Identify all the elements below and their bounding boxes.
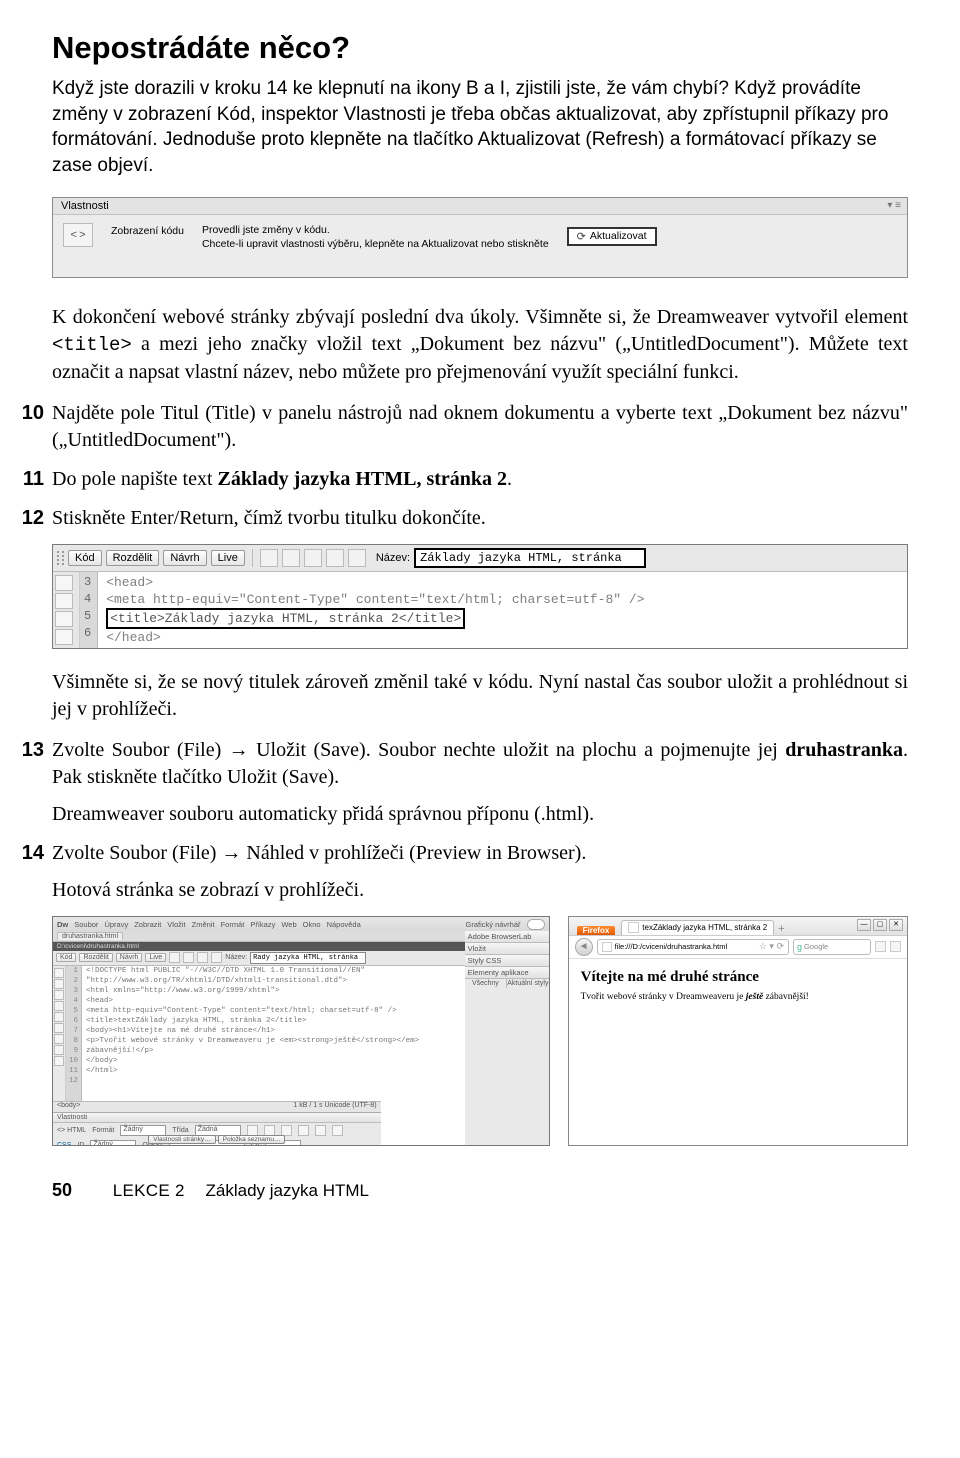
step-11: 11 Do pole napište text Základy jazyka H…: [52, 466, 908, 493]
address-bar[interactable]: file:///D:/cviceni/druhastranka.html ☆ ▾…: [597, 939, 789, 955]
panel-header[interactable]: Adobe BrowserLab: [465, 931, 549, 943]
step-14: 14 Zvolte Soubor (File) → Náhled v prohl…: [52, 840, 908, 904]
view-live-button[interactable]: Live: [145, 953, 166, 962]
step-10: 10 Najděte pole Titul (Title) v panelu n…: [52, 400, 908, 454]
maximize-button[interactable]: ▢: [873, 919, 887, 931]
gutter-icon[interactable]: [55, 611, 73, 627]
code-body: <!DOCTYPE html PUBLIC "-//W3C//DTD XHTML…: [82, 966, 423, 1120]
property-inspector: Vlastnosti <> HTML FormátŽádný TřídaŽádn…: [53, 1112, 381, 1145]
figure-dreamweaver-window: Dw Soubor Úpravy Zobrazit Vložit Změnit …: [52, 916, 550, 1146]
layout-select[interactable]: Grafický návrhář: [466, 920, 521, 929]
view-split-button[interactable]: Rozdělit: [106, 550, 160, 566]
lesson-label: LEKCE 2: [113, 1181, 185, 1200]
toolbar-icon[interactable]: [169, 952, 180, 963]
body-paragraph: Všimněte si, že se nový titulek zároveň …: [52, 669, 908, 723]
panel-header[interactable]: Vložit: [465, 943, 549, 955]
figure-properties-refresh: Vlastnosti ▾ ≡ < > Zobrazení kódu Proved…: [52, 197, 908, 278]
chapter-title: Základy jazyka HTML: [206, 1181, 369, 1200]
back-button[interactable]: ◄: [575, 938, 593, 956]
refresh-icon: ⟳: [577, 230, 586, 243]
toolbar-icon[interactable]: [260, 549, 278, 567]
page-paragraph: Tvořit webové stránky v Dreamweaveru je …: [581, 992, 895, 1002]
menu-item[interactable]: Změnit: [192, 920, 215, 929]
page-properties-button[interactable]: Vlastnosti stránky…: [148, 1135, 215, 1144]
menu-item[interactable]: Web: [281, 920, 296, 929]
side-panels: Adobe BrowserLab Vložit Styly CSS Elemen…: [464, 931, 549, 1145]
firefox-menu-button[interactable]: Firefox: [577, 926, 616, 935]
grip-icon: [57, 551, 64, 565]
title-label: Název:: [225, 954, 247, 961]
title-input[interactable]: [250, 952, 366, 964]
toolbar-icon[interactable]: [348, 549, 366, 567]
code-view-icon: < >: [63, 223, 93, 247]
title-label: Název:: [376, 552, 410, 564]
gutter-icon[interactable]: [55, 575, 73, 591]
menu-item[interactable]: Vložit: [167, 920, 185, 929]
search-box[interactable]: g Google: [793, 939, 871, 955]
menu-item[interactable]: Nápověda: [327, 920, 361, 929]
gutter-icon[interactable]: [55, 629, 73, 645]
menu-item[interactable]: Formát: [221, 920, 245, 929]
toolbar-icon[interactable]: [183, 952, 194, 963]
refresh-button[interactable]: ⟳ Aktualizovat: [567, 227, 657, 246]
new-tab-button[interactable]: +: [778, 923, 784, 935]
minimize-icon: ▾ ≡: [887, 200, 901, 211]
menu-item[interactable]: Zobrazit: [134, 920, 161, 929]
view-design-button[interactable]: Návrh: [163, 550, 206, 566]
search-box[interactable]: [527, 919, 545, 930]
list-item-button[interactable]: Položka seznamu…: [218, 1135, 286, 1144]
html-tab[interactable]: <> HTML: [57, 1127, 86, 1134]
figure-code-title: Kód Rozdělit Návrh Live Název: Základy j…: [52, 544, 908, 649]
figure-browser-preview: Firefox texZáklady jazyka HTML, stránka …: [568, 916, 908, 1146]
page-heading: Vítejte na mé druhé stránce: [581, 969, 895, 986]
panel-header[interactable]: Styly CSS: [465, 955, 549, 967]
toolbar-icon[interactable]: [197, 952, 208, 963]
step-12: 12 Stiskněte Enter/Return, čímž tvorbu t…: [52, 505, 908, 532]
view-code-button[interactable]: Kód: [68, 550, 102, 566]
gutter-icon[interactable]: [55, 593, 73, 609]
callout-title: Nepostrádáte něco?: [52, 30, 908, 66]
home-icon[interactable]: [875, 941, 886, 952]
code-title-tag: <title>: [52, 334, 132, 356]
code-view-label: Zobrazení kódu: [111, 223, 184, 237]
panel-header[interactable]: Elementy aplikace: [465, 967, 549, 979]
refresh-message: Provedli jste změny v kódu. Chcete-li up…: [202, 223, 549, 251]
document-tab[interactable]: druhastranka.html: [57, 932, 123, 940]
step-13: 13 Zvolte Soubor (File) → Uložit (Save).…: [52, 737, 908, 828]
toolbar-icon[interactable]: [282, 549, 300, 567]
panel-title: Vlastnosti: [61, 200, 109, 212]
menu-item[interactable]: Okno: [303, 920, 321, 929]
code-lines: <head> <meta http-equiv="Content-Type" c…: [98, 572, 907, 648]
page-number: 50: [52, 1180, 72, 1200]
view-code-button[interactable]: Kód: [56, 953, 76, 962]
toolbar-icon[interactable]: [326, 549, 344, 567]
body-paragraph: K dokončení webové stránky zbývají posle…: [52, 304, 908, 386]
view-live-button[interactable]: Live: [211, 550, 245, 566]
browser-tab[interactable]: texZáklady jazyka HTML, stránka 2: [621, 920, 774, 935]
page-icon: [628, 922, 639, 933]
page-footer: 50 LEKCE 2 Základy jazyka HTML: [52, 1180, 908, 1201]
title-tag-highlight: <title>Základy jazyka HTML, stránka 2</t…: [106, 608, 465, 629]
callout-body: Když jste dorazili v kroku 14 ke klepnut…: [52, 76, 908, 179]
menu-item[interactable]: Úpravy: [104, 920, 128, 929]
menu-item[interactable]: Soubor: [74, 920, 98, 929]
page-icon: [602, 942, 612, 952]
menu-item[interactable]: Příkazy: [250, 920, 275, 929]
line-numbers: 3456: [80, 572, 98, 648]
file-path-bar: D:\cviceni\druhastranka.html: [53, 942, 465, 951]
toolbar-icon[interactable]: [304, 549, 322, 567]
close-button[interactable]: ✕: [889, 919, 903, 931]
view-design-button[interactable]: Návrh: [116, 953, 143, 962]
view-split-button[interactable]: Rozdělit: [79, 953, 112, 962]
title-input[interactable]: Základy jazyka HTML, stránka: [414, 548, 646, 568]
toolbar-icon[interactable]: [211, 952, 222, 963]
bookmark-icon[interactable]: [890, 941, 901, 952]
minimize-button[interactable]: —: [857, 919, 871, 931]
